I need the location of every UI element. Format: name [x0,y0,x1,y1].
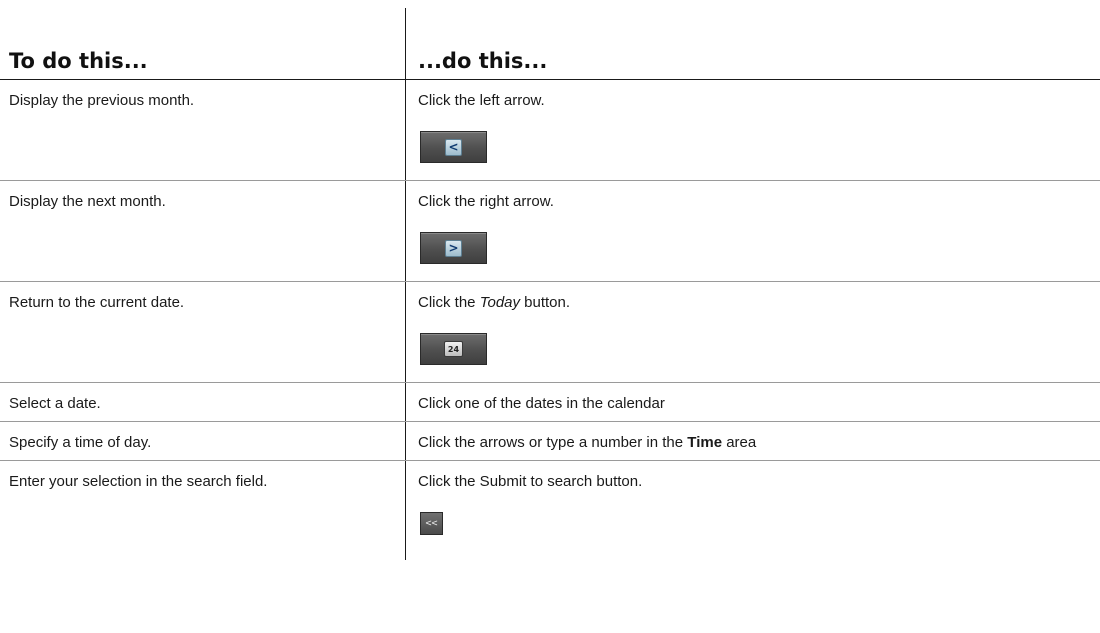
action-text-emphasis: Today [479,294,520,311]
action-text-pre: Click the arrows or type a number in the [418,434,688,451]
action-cell: Click the arrows or type a number in the… [405,422,1100,460]
action-text-post: area [722,434,757,451]
table-row: Select a date. Click one of the dates in… [0,383,1100,422]
table-header-row: To do this... ...do this... [0,8,1100,80]
action-text-strong: Time [687,434,723,451]
task-text: Enter your selection in the search field… [9,473,268,490]
header-action: ...do this... [405,8,1100,79]
previous-month-button[interactable]: < [420,131,487,163]
task-text: Return to the current date. [9,294,185,311]
action-text: Click the right arrow. [418,193,554,210]
right-arrow-icon: > [445,239,462,257]
action-text: Click the arrows or type a number in the… [418,434,1100,451]
table-row: Enter your selection in the search field… [0,461,1100,560]
action-text: Click the Today button. [418,294,1100,311]
action-text-pre: Click the [418,294,480,311]
action-text: Click the left arrow. [418,92,545,109]
table-row: Specify a time of day. Click the arrows … [0,422,1100,461]
calendar-today-icon: 24 [444,341,463,357]
task-text: Display the next month. [9,193,166,210]
action-cell: Click the Submit to search button. << [405,461,1100,560]
action-text-post: button. [520,294,571,311]
action-cell: Click one of the dates in the calendar [405,383,1100,421]
action-cell: Click the right arrow. > [405,181,1100,281]
task-text: Display the previous month. [9,92,195,109]
action-cell: Click the left arrow. < [405,80,1100,180]
today-button[interactable]: 24 [420,333,487,365]
left-arrow-icon: < [445,138,462,156]
action-cell: Click the Today button. 24 [405,282,1100,382]
table-row: Display the previous month. Click the le… [0,80,1100,181]
table-row: Return to the current date. Click the To… [0,282,1100,383]
instruction-table: To do this... ...do this... Display the … [0,8,1100,560]
task-text: Select a date. [9,395,101,412]
submit-to-search-button[interactable]: << [420,512,443,535]
next-month-button[interactable]: > [420,232,487,264]
action-text: Click one of the dates in the calendar [418,395,665,412]
table-row: Display the next month. Click the right … [0,181,1100,282]
header-task: To do this... [9,49,148,73]
double-chevron-left-icon: << [425,518,438,529]
task-text: Specify a time of day. [9,434,152,451]
action-text: Click the Submit to search button. [418,473,643,490]
